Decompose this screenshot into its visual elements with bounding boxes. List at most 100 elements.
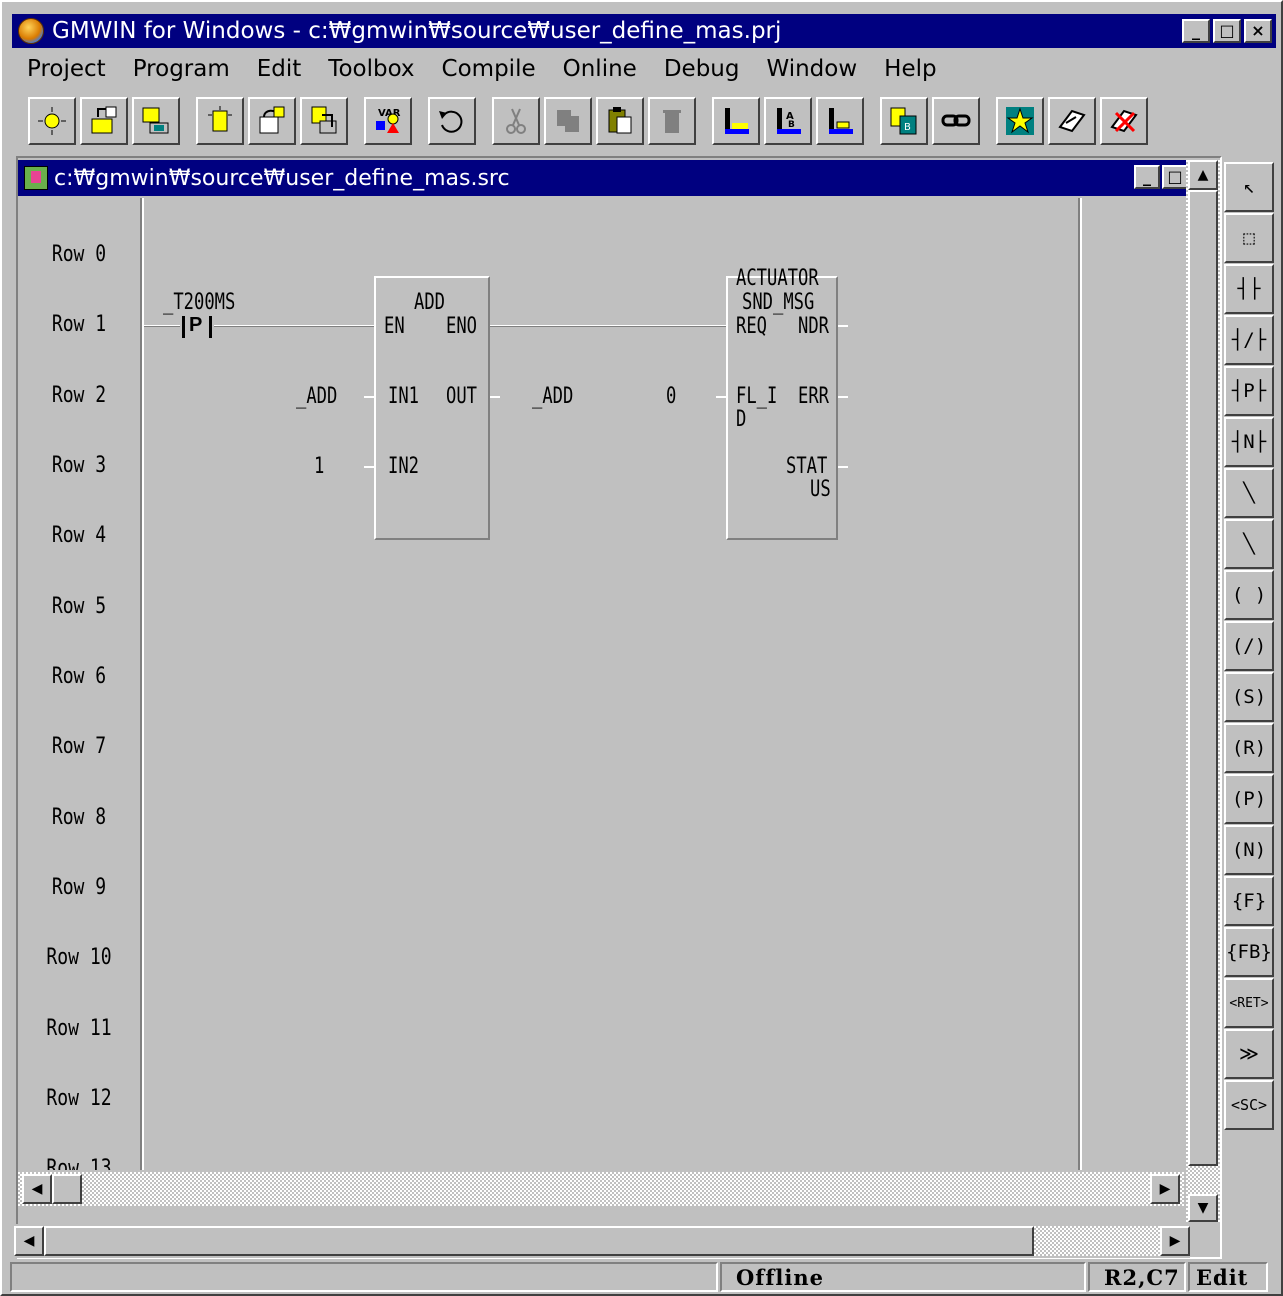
open-project-button[interactable]: [80, 97, 128, 145]
link-button[interactable]: [932, 97, 980, 145]
nc-contact-button[interactable]: ┤/├: [1224, 315, 1274, 365]
child-minimize-button[interactable]: _: [1134, 165, 1160, 189]
row-label: Row 2: [51, 383, 107, 408]
menu-compile[interactable]: Compile: [442, 56, 536, 82]
program-doc-icon: [24, 166, 48, 190]
p-contact-button[interactable]: ┤P├: [1224, 366, 1274, 416]
menu-debug[interactable]: Debug: [664, 56, 740, 82]
arrow-left-icon: ◀: [23, 1233, 35, 1249]
compile-button[interactable]: B: [880, 97, 928, 145]
n-coil-button[interactable]: (N): [1224, 825, 1274, 875]
close-button[interactable]: ×: [1244, 19, 1272, 43]
no-contact-button[interactable]: ┤├: [1224, 264, 1274, 314]
new-program-button[interactable]: [196, 97, 244, 145]
scroll-left-button[interactable]: ◀: [14, 1226, 44, 1256]
menu-project[interactable]: Project: [27, 56, 106, 82]
ladder-insert-button[interactable]: AB: [764, 97, 812, 145]
return-button[interactable]: <RET>: [1224, 978, 1274, 1028]
function-button[interactable]: {F}: [1224, 876, 1274, 926]
add-eno-pin: ENO: [446, 314, 478, 339]
function-block-button[interactable]: {FB}: [1224, 927, 1274, 977]
open-program-button[interactable]: [248, 97, 296, 145]
child-horizontal-scrollbar[interactable]: ◀ ▶: [18, 1172, 1184, 1206]
add-in1-variable[interactable]: _ADD: [296, 386, 337, 408]
scroll-thumb[interactable]: [44, 1226, 1034, 1256]
positive-transition-contact[interactable]: P: [182, 314, 212, 338]
ladder-rung-button[interactable]: [712, 97, 760, 145]
undo-button[interactable]: [428, 97, 476, 145]
ladder-canvas[interactable]: Row 0 Row 1 Row 2 Row 3 Row 4 Row 5 Row …: [18, 198, 1184, 1170]
fb-err-pin: ERR: [798, 384, 830, 409]
menu-online[interactable]: Online: [563, 56, 637, 82]
menu-program[interactable]: Program: [133, 56, 230, 82]
scroll-right-button[interactable]: ▶: [1150, 1174, 1180, 1204]
set-coil-icon: (S): [1231, 686, 1267, 708]
dashed-rect-icon: ⬚: [1243, 227, 1255, 249]
scroll-right-button[interactable]: ▶: [1160, 1226, 1190, 1256]
pin-stub: [838, 466, 848, 468]
scroll-thumb[interactable]: [1188, 190, 1218, 1166]
menu-edit[interactable]: Edit: [257, 56, 302, 82]
status-connection: Offline: [720, 1262, 1086, 1292]
cut-button[interactable]: [492, 97, 540, 145]
n-contact-button[interactable]: ┤N├: [1224, 417, 1274, 467]
subroutine-call-button[interactable]: <SC>: [1224, 1080, 1274, 1130]
row-label: Row 11: [46, 1016, 112, 1041]
save-project-button[interactable]: [132, 97, 180, 145]
mdi-horizontal-scrollbar[interactable]: ◀ ▶: [14, 1224, 1190, 1258]
return-icon: <RET>: [1229, 995, 1269, 1011]
scroll-down-button[interactable]: ▼: [1188, 1194, 1218, 1222]
child-maximize-button[interactable]: □: [1162, 165, 1188, 189]
new-project-icon: [38, 107, 66, 135]
maximize-icon: □: [1167, 167, 1183, 186]
menu-help[interactable]: Help: [884, 56, 936, 82]
add-out-pin: OUT: [446, 384, 478, 409]
set-coil-button[interactable]: (S): [1224, 672, 1274, 722]
copy-button[interactable]: [544, 97, 592, 145]
add-in2-constant[interactable]: 1: [314, 456, 324, 478]
save-program-button[interactable]: [300, 97, 348, 145]
contact-variable: _T200MS: [163, 290, 236, 315]
download-button[interactable]: [1048, 97, 1096, 145]
negated-coil-button[interactable]: (/): [1224, 621, 1274, 671]
mdi-vertical-scrollbar[interactable]: ▲ ▼: [1186, 160, 1220, 1222]
paste-button[interactable]: [596, 97, 644, 145]
scroll-track[interactable]: [1034, 1226, 1160, 1256]
scroll-left-button[interactable]: ◀: [22, 1174, 52, 1204]
delete-button[interactable]: [648, 97, 696, 145]
arrow-right-icon: ▶: [1159, 1181, 1171, 1197]
draw-line-button[interactable]: ╲: [1224, 468, 1274, 518]
add-out-variable[interactable]: _ADD: [532, 386, 573, 408]
disconnect-button[interactable]: [1100, 97, 1148, 145]
fb-fl-id-constant[interactable]: 0: [666, 386, 676, 408]
status-position: R2,C7: [1088, 1262, 1186, 1292]
p-coil-button[interactable]: (P): [1224, 774, 1274, 824]
row-label: Row 8: [51, 805, 107, 830]
reset-coil-button[interactable]: (R): [1224, 723, 1274, 773]
add-in2-pin: IN2: [388, 454, 420, 479]
rect-select-tool-button[interactable]: ⬚: [1224, 213, 1274, 263]
subroutine-call-icon: <SC>: [1230, 1096, 1268, 1114]
pen-line-icon: ╲: [1243, 482, 1255, 504]
erase-line-button[interactable]: ╲: [1224, 519, 1274, 569]
scroll-thumb[interactable]: [52, 1174, 82, 1204]
coil-button[interactable]: ( ): [1224, 570, 1274, 620]
menu-window[interactable]: Window: [766, 56, 857, 82]
contact-type: P: [189, 314, 203, 336]
menu-toolbox[interactable]: Toolbox: [328, 56, 414, 82]
row-label: Row 7: [51, 734, 107, 759]
variables-button[interactable]: VAR: [364, 97, 412, 145]
ladder-list-button[interactable]: [816, 97, 864, 145]
minimize-button[interactable]: _: [1182, 19, 1210, 43]
connect-button[interactable]: [996, 97, 1044, 145]
fb-status-pin-wrap: US: [810, 477, 831, 502]
scroll-up-button[interactable]: ▲: [1188, 160, 1218, 190]
jump-button[interactable]: ≫: [1224, 1029, 1274, 1079]
minimize-icon: _: [1192, 21, 1200, 40]
select-tool-button[interactable]: ↖: [1224, 162, 1274, 212]
trash-icon: [663, 110, 681, 133]
download-icon: [1058, 109, 1086, 133]
p-coil-icon: (P): [1231, 788, 1267, 810]
maximize-button[interactable]: □: [1213, 19, 1241, 43]
new-project-button[interactable]: [28, 97, 76, 145]
